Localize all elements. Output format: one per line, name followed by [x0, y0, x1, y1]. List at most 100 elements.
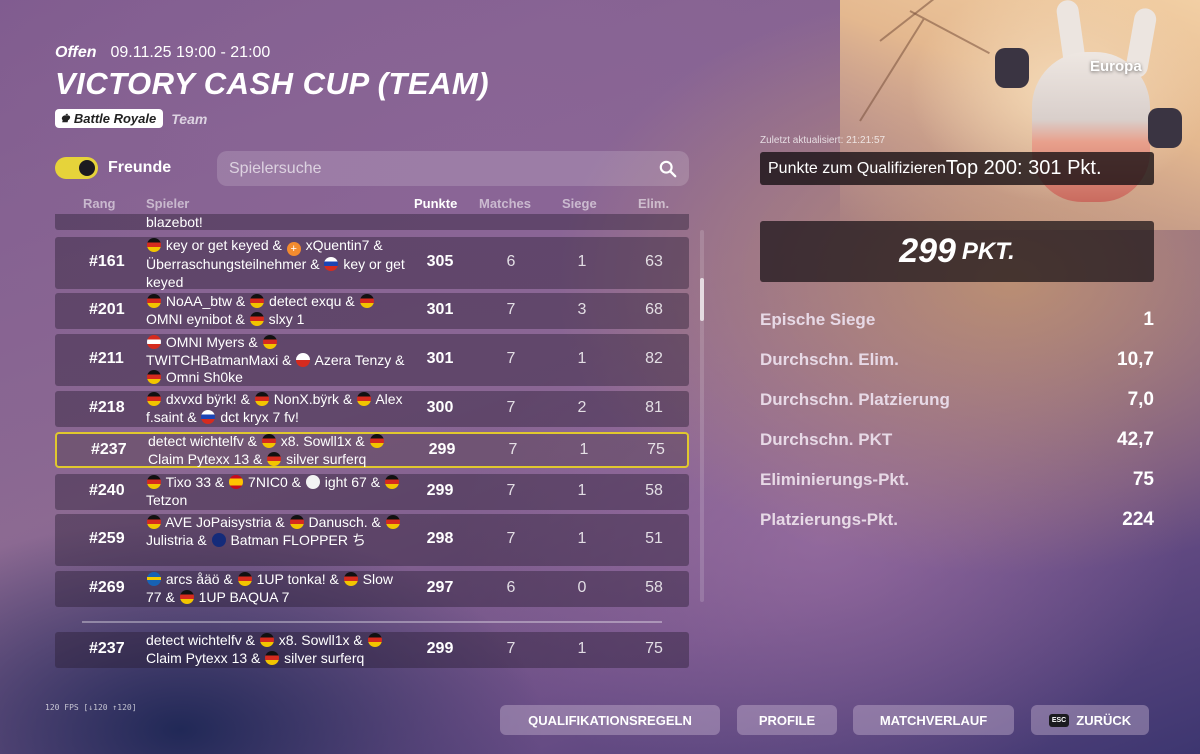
row-players: dxvxd bÿrk! & NonX.bÿrk & Alex f.saint &…	[146, 391, 408, 426]
row-wins: 1	[577, 350, 587, 367]
row-points: 299	[426, 482, 454, 499]
row-points: 298	[426, 530, 454, 547]
own-team-row[interactable]: #237 detect wichtelfv & x8. Sowll1x & Cl…	[55, 632, 689, 668]
toggle-knob	[79, 160, 95, 176]
player-name: Danusch.	[308, 514, 368, 530]
row-matches: 7	[506, 530, 516, 547]
player-name: silver surferq	[284, 649, 365, 666]
header-rank: Rang	[83, 196, 116, 211]
player-name: 1UP tonka! &	[256, 571, 339, 587]
flag-icon	[147, 294, 161, 308]
profiles-button[interactable]: PROFILE	[737, 705, 837, 735]
back-button[interactable]: ESC ZURÜCK	[1031, 705, 1149, 735]
row-rank: #201	[89, 301, 125, 318]
player-name: 1UP BAQUA 7	[198, 588, 290, 605]
hero-hand	[995, 48, 1029, 88]
row-rank: #269	[89, 579, 125, 596]
team-label: Team	[171, 110, 208, 127]
flag-icon	[343, 572, 358, 586]
event-status-row: Offen 09.11.25 19:00 - 21:00	[55, 44, 270, 62]
player-name: &	[370, 474, 381, 490]
row-elims: 82	[645, 350, 663, 367]
back-label: ZURÜCK	[1076, 712, 1132, 728]
player-name: 7NIC0 &	[248, 474, 301, 490]
mode-row: ♚ Battle Royale Team	[55, 109, 207, 128]
player-name: Omni Sh0ke	[165, 369, 243, 385]
player-name: AVE JoPaisystria &	[165, 514, 285, 530]
table-row[interactable]: #269 arcs åäö & 1UP tonka! & Slow 77 & 1…	[55, 571, 689, 607]
stat-value: 7,0	[1127, 389, 1154, 410]
table-row[interactable]: #218 dxvxd bÿrk! & NonX.bÿrk & Alex f.sa…	[55, 391, 689, 427]
table-row[interactable]: #161 key or get keyed & + xQuentin7 & Üb…	[55, 237, 689, 290]
row-points: 305	[426, 253, 454, 270]
row-matches: 6	[506, 253, 516, 270]
player-name: ち	[351, 531, 366, 548]
player-name: key or get keyed &	[165, 237, 282, 253]
qualification-rules-button[interactable]: QUALIFIKATIONSREGELN	[500, 705, 720, 735]
player-name: NonX.bÿrk &	[273, 391, 353, 407]
flag-icon	[147, 238, 161, 252]
table-row-partial[interactable]: blazebot!	[55, 214, 689, 230]
player-name: xQuentin7	[305, 237, 370, 253]
row-matches: 7	[506, 482, 516, 499]
flag-icon	[201, 409, 216, 424]
player-name: detect exqu &	[269, 293, 355, 309]
player-name: &	[371, 514, 381, 530]
table-row[interactable]: #240 Tixo 33 & 7NIC0 & ight 67 & Tetzon …	[55, 474, 689, 510]
leaderboard-list: blazebot! #161 key or get keyed & + xQue…	[55, 214, 689, 609]
row-rank: #240	[89, 482, 125, 499]
player-name: detect wichtelfv &	[148, 433, 257, 449]
row-matches: 7	[506, 640, 516, 657]
hero-hand	[1148, 108, 1182, 148]
flag-icon	[261, 434, 276, 448]
row-players: NoAA_btw & detect exqu & OMNI eynibot & …	[146, 293, 408, 328]
friends-filter: Freunde	[55, 157, 171, 179]
search-input[interactable]	[229, 159, 659, 178]
stat-row: Durchschn. Elim. 10,7	[760, 349, 1154, 390]
row-players: Tixo 33 & 7NIC0 & ight 67 & Tetzon	[146, 474, 408, 509]
stat-label: Epische Siege	[760, 310, 876, 329]
player-search[interactable]	[217, 151, 689, 186]
row-wins: 1	[577, 640, 587, 657]
row-wins: 1	[577, 530, 587, 547]
leaderboard-scrollbar[interactable]	[700, 230, 704, 602]
player-name: OMNI Myers &	[165, 334, 258, 350]
scrollbar-thumb[interactable]	[700, 278, 704, 321]
match-history-button[interactable]: MATCHVERLAUF	[853, 705, 1014, 735]
flag-icon	[296, 352, 311, 367]
row-players: OMNI Myers & TWITCHBatmanMaxi & Azera Te…	[146, 334, 408, 387]
qualification-box: Punkte zum Qualifizieren Top 200: 301 Pk…	[760, 152, 1154, 185]
event-datetime: 09.11.25 19:00 - 21:00	[110, 44, 271, 61]
player-name: silver surferq	[286, 450, 367, 467]
qualification-label: Punkte zum Qualifizieren	[768, 159, 946, 177]
player-name: x8. Sowll1x &	[280, 433, 365, 449]
friends-toggle[interactable]	[55, 157, 98, 179]
table-row-own-team[interactable]: #237 detect wichtelfv & x8. Sowll1x & Cl…	[55, 432, 689, 468]
flag-icon	[179, 589, 194, 604]
row-matches: 7	[506, 350, 516, 367]
flag-icon	[211, 532, 226, 547]
player-name: x8. Sowll1x &	[278, 632, 363, 648]
player-name: slxy 1	[268, 310, 305, 327]
table-row[interactable]: #259 AVE JoPaisystria & Danusch. & Julis…	[55, 514, 689, 566]
table-row[interactable]: #201 NoAA_btw & detect exqu & OMNI eynib…	[55, 293, 689, 329]
row-elims: 75	[647, 441, 665, 458]
flag-icon	[384, 475, 399, 489]
table-row[interactable]: #211 OMNI Myers & TWITCHBatmanMaxi & Aze…	[55, 334, 689, 386]
player-name: Azera	[314, 351, 352, 368]
row-wins: 2	[577, 399, 587, 416]
flag-icon	[259, 633, 274, 647]
flag-icon	[229, 475, 244, 489]
flag-icon	[147, 392, 161, 406]
search-icon[interactable]	[659, 160, 677, 178]
row-elims: 58	[645, 579, 663, 596]
row-rank: #218	[89, 399, 125, 416]
flag-icon	[289, 515, 304, 529]
stat-value: 1	[1143, 309, 1154, 330]
player-name: Claim Pytexx 13 &	[146, 649, 261, 666]
row-matches: 6	[506, 579, 516, 596]
stat-label: Durchschn. Platzierung	[760, 390, 950, 409]
flag-icon	[369, 434, 384, 448]
header-points: Punkte	[414, 196, 458, 211]
stat-row: Epische Siege 1	[760, 309, 1154, 350]
